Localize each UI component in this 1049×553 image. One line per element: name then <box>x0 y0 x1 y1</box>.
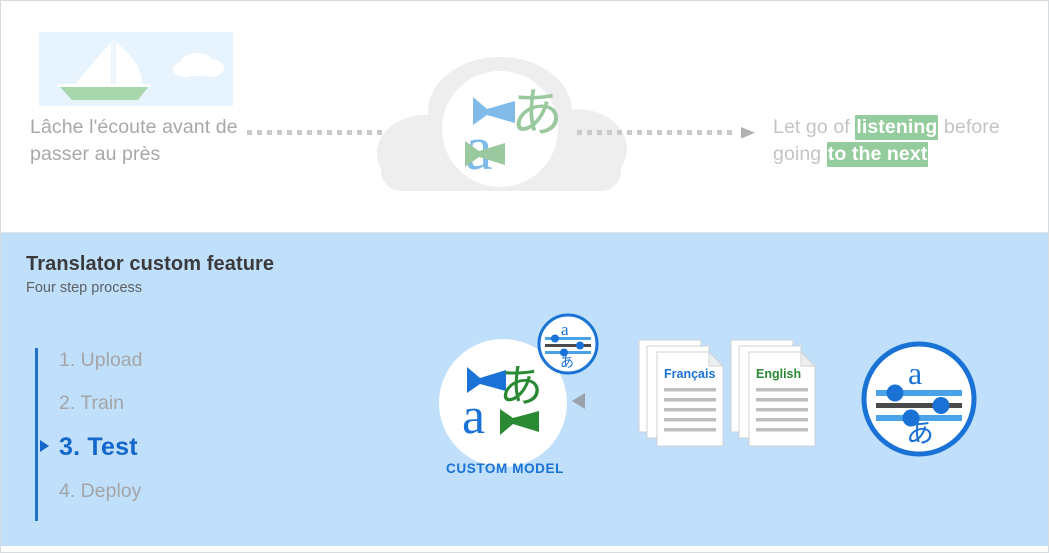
step-item-upload[interactable]: 1. Upload <box>35 348 295 390</box>
page-subtitle: Four step process <box>26 280 143 296</box>
target-text-part1: Let go of <box>773 116 856 138</box>
step-item-train[interactable]: 2. Train <box>35 391 295 433</box>
document-label-english: English <box>756 367 801 381</box>
step-item-test[interactable]: 3. Test <box>35 434 295 476</box>
source-text: Lâche l'écoute avant de passer au près <box>30 114 260 168</box>
source-text-value: Lâche l'écoute avant de passer au près <box>30 116 238 165</box>
translation-flow-banner: Lâche l'écoute avant de passer au près a… <box>1 1 1048 233</box>
dotted-arrow-right-icon-2 <box>577 126 761 140</box>
step-label: 2. Train <box>59 392 125 414</box>
target-text: Let go of listening before going to the … <box>773 114 1035 168</box>
target-text-highlight-1: listening <box>855 115 939 140</box>
step-item-deploy[interactable]: 4. Deploy <box>35 479 295 521</box>
document-label-francais: Français <box>664 367 715 381</box>
svg-text:あ: あ <box>560 355 574 371</box>
svg-text:あ: あ <box>511 84 563 144</box>
tune-sliders-circle-icon: a あ <box>858 338 980 460</box>
target-text-highlight-2: to the next <box>826 142 929 167</box>
svg-text:a: a <box>462 388 485 445</box>
tune-top-glyph: a <box>908 355 922 391</box>
triangle-left-icon <box>572 393 585 409</box>
diagram-frame: Lâche l'écoute avant de passer au près a… <box>0 0 1049 553</box>
tune-sliders-badge-icon: a あ <box>537 313 599 375</box>
sailboat-photo <box>39 32 233 106</box>
custom-model-graphic: a あ a あ CUSTOM MODEL <box>439 311 624 486</box>
step-label: 4. Deploy <box>59 480 142 502</box>
step-label: 1. Upload <box>59 349 143 371</box>
page-title: Translator custom feature <box>26 253 275 275</box>
document-stack-icon: Français English <box>637 336 837 466</box>
svg-text:a: a <box>561 320 569 339</box>
panel-bottom-edge <box>1 546 1048 552</box>
custom-model-label: CUSTOM MODEL <box>446 461 564 476</box>
step-label: 3. Test <box>59 433 138 461</box>
steps-list: 1. Upload 2. Train 3. Test 4. Deploy <box>35 348 295 521</box>
step-marker-icon <box>40 440 49 452</box>
